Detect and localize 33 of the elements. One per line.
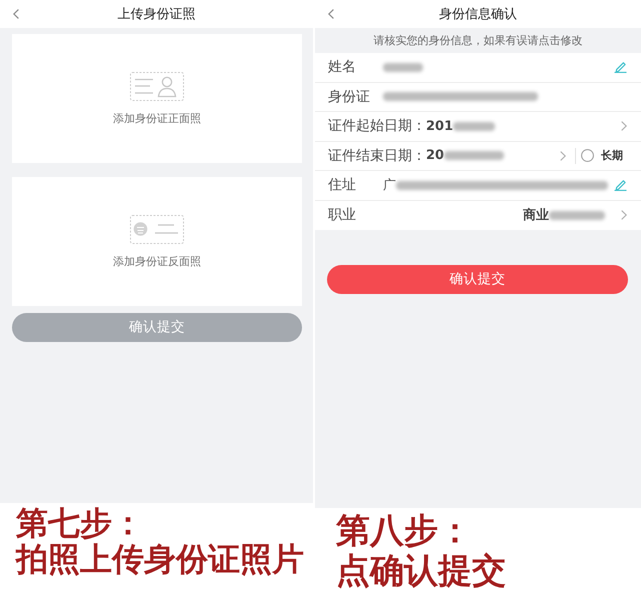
step-description: 点确认提交	[336, 551, 506, 591]
field-label: 证件结束日期：	[328, 146, 426, 165]
field-label: 职业	[328, 206, 357, 224]
step-description: 拍照上传身份证照片	[16, 541, 304, 577]
pencil-icon[interactable]	[614, 61, 627, 74]
field-label: 证件起始日期：	[328, 117, 426, 136]
option-label: 长期	[601, 148, 623, 164]
upload-label: 添加身份证反面照	[113, 254, 201, 268]
notice-text: 请核实您的身份信息，如果有误请点击修改	[374, 34, 582, 48]
id-card-back-icon	[130, 214, 184, 244]
field-value: 201	[426, 118, 454, 134]
step-heading: 第八步：	[336, 511, 472, 551]
field-label: 姓名	[328, 58, 357, 76]
upload-label: 添加身份证正面照	[113, 110, 201, 126]
chevron-right-icon[interactable]	[560, 150, 566, 161]
screen-title: 身份信息确认	[439, 6, 517, 23]
field-value: 20	[426, 148, 444, 164]
pencil-icon[interactable]	[614, 179, 627, 192]
step-heading: 第七步：	[16, 505, 144, 541]
field-label: 身份证	[328, 88, 371, 106]
submit-button[interactable]: 确认提交	[327, 265, 628, 294]
upload-area[interactable]: 添加身份证正面照	[12, 34, 302, 163]
id-card-front-icon	[130, 72, 184, 100]
chevron-right-icon[interactable]	[621, 210, 627, 220]
radio-button[interactable]	[581, 149, 594, 162]
field-label: 住址	[328, 176, 357, 194]
chevron-right-icon[interactable]	[621, 121, 627, 132]
field-value: 商业	[523, 206, 549, 224]
upload-area[interactable]: 添加身份证反面照	[12, 177, 302, 306]
field-value: 广	[383, 177, 396, 194]
screen-title: 上传身份证照	[118, 6, 196, 23]
back-icon[interactable]	[328, 9, 334, 19]
back-icon[interactable]	[13, 9, 19, 19]
